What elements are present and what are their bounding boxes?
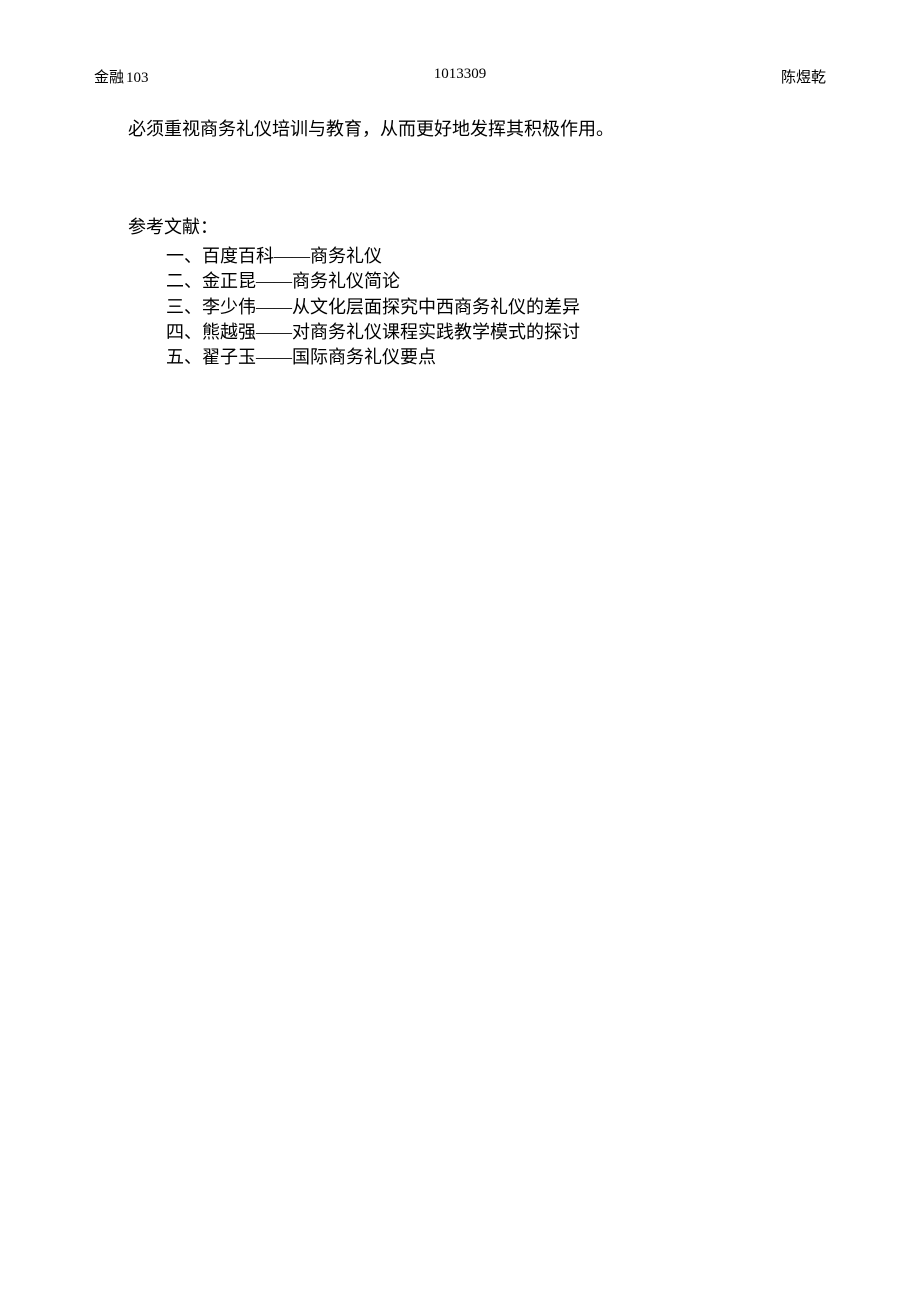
reference-item: 四、熊越强——对商务礼仪课程实践教学模式的探讨 bbox=[128, 320, 792, 345]
references-list: 一、百度百科——商务礼仪 二、金正昆——商务礼仪简论 三、李少伟——从文化层面探… bbox=[128, 244, 792, 370]
reference-item: 一、百度百科——商务礼仪 bbox=[128, 244, 792, 269]
reference-item: 五、翟子玉——国际商务礼仪要点 bbox=[128, 345, 792, 370]
references-heading: 参考文献： bbox=[128, 215, 792, 240]
header-left: 金融 103 bbox=[94, 66, 149, 87]
header-left-num: 103 bbox=[126, 70, 149, 87]
body-paragraph: 必须重视商务礼仪培训与教育，从而更好地发挥其积极作用。 bbox=[128, 116, 792, 143]
reference-item: 三、李少伟——从文化层面探究中西商务礼仪的差异 bbox=[128, 295, 792, 320]
page-header: 金融 103 1013309 陈煜乾 bbox=[0, 66, 920, 87]
header-center: 1013309 bbox=[434, 66, 487, 83]
reference-item: 二、金正昆——商务礼仪简论 bbox=[128, 269, 792, 294]
header-left-cn: 金融 bbox=[94, 66, 124, 87]
header-right: 陈煜乾 bbox=[781, 66, 826, 87]
page-content: 必须重视商务礼仪培训与教育，从而更好地发挥其积极作用。 参考文献： 一、百度百科… bbox=[128, 116, 792, 370]
